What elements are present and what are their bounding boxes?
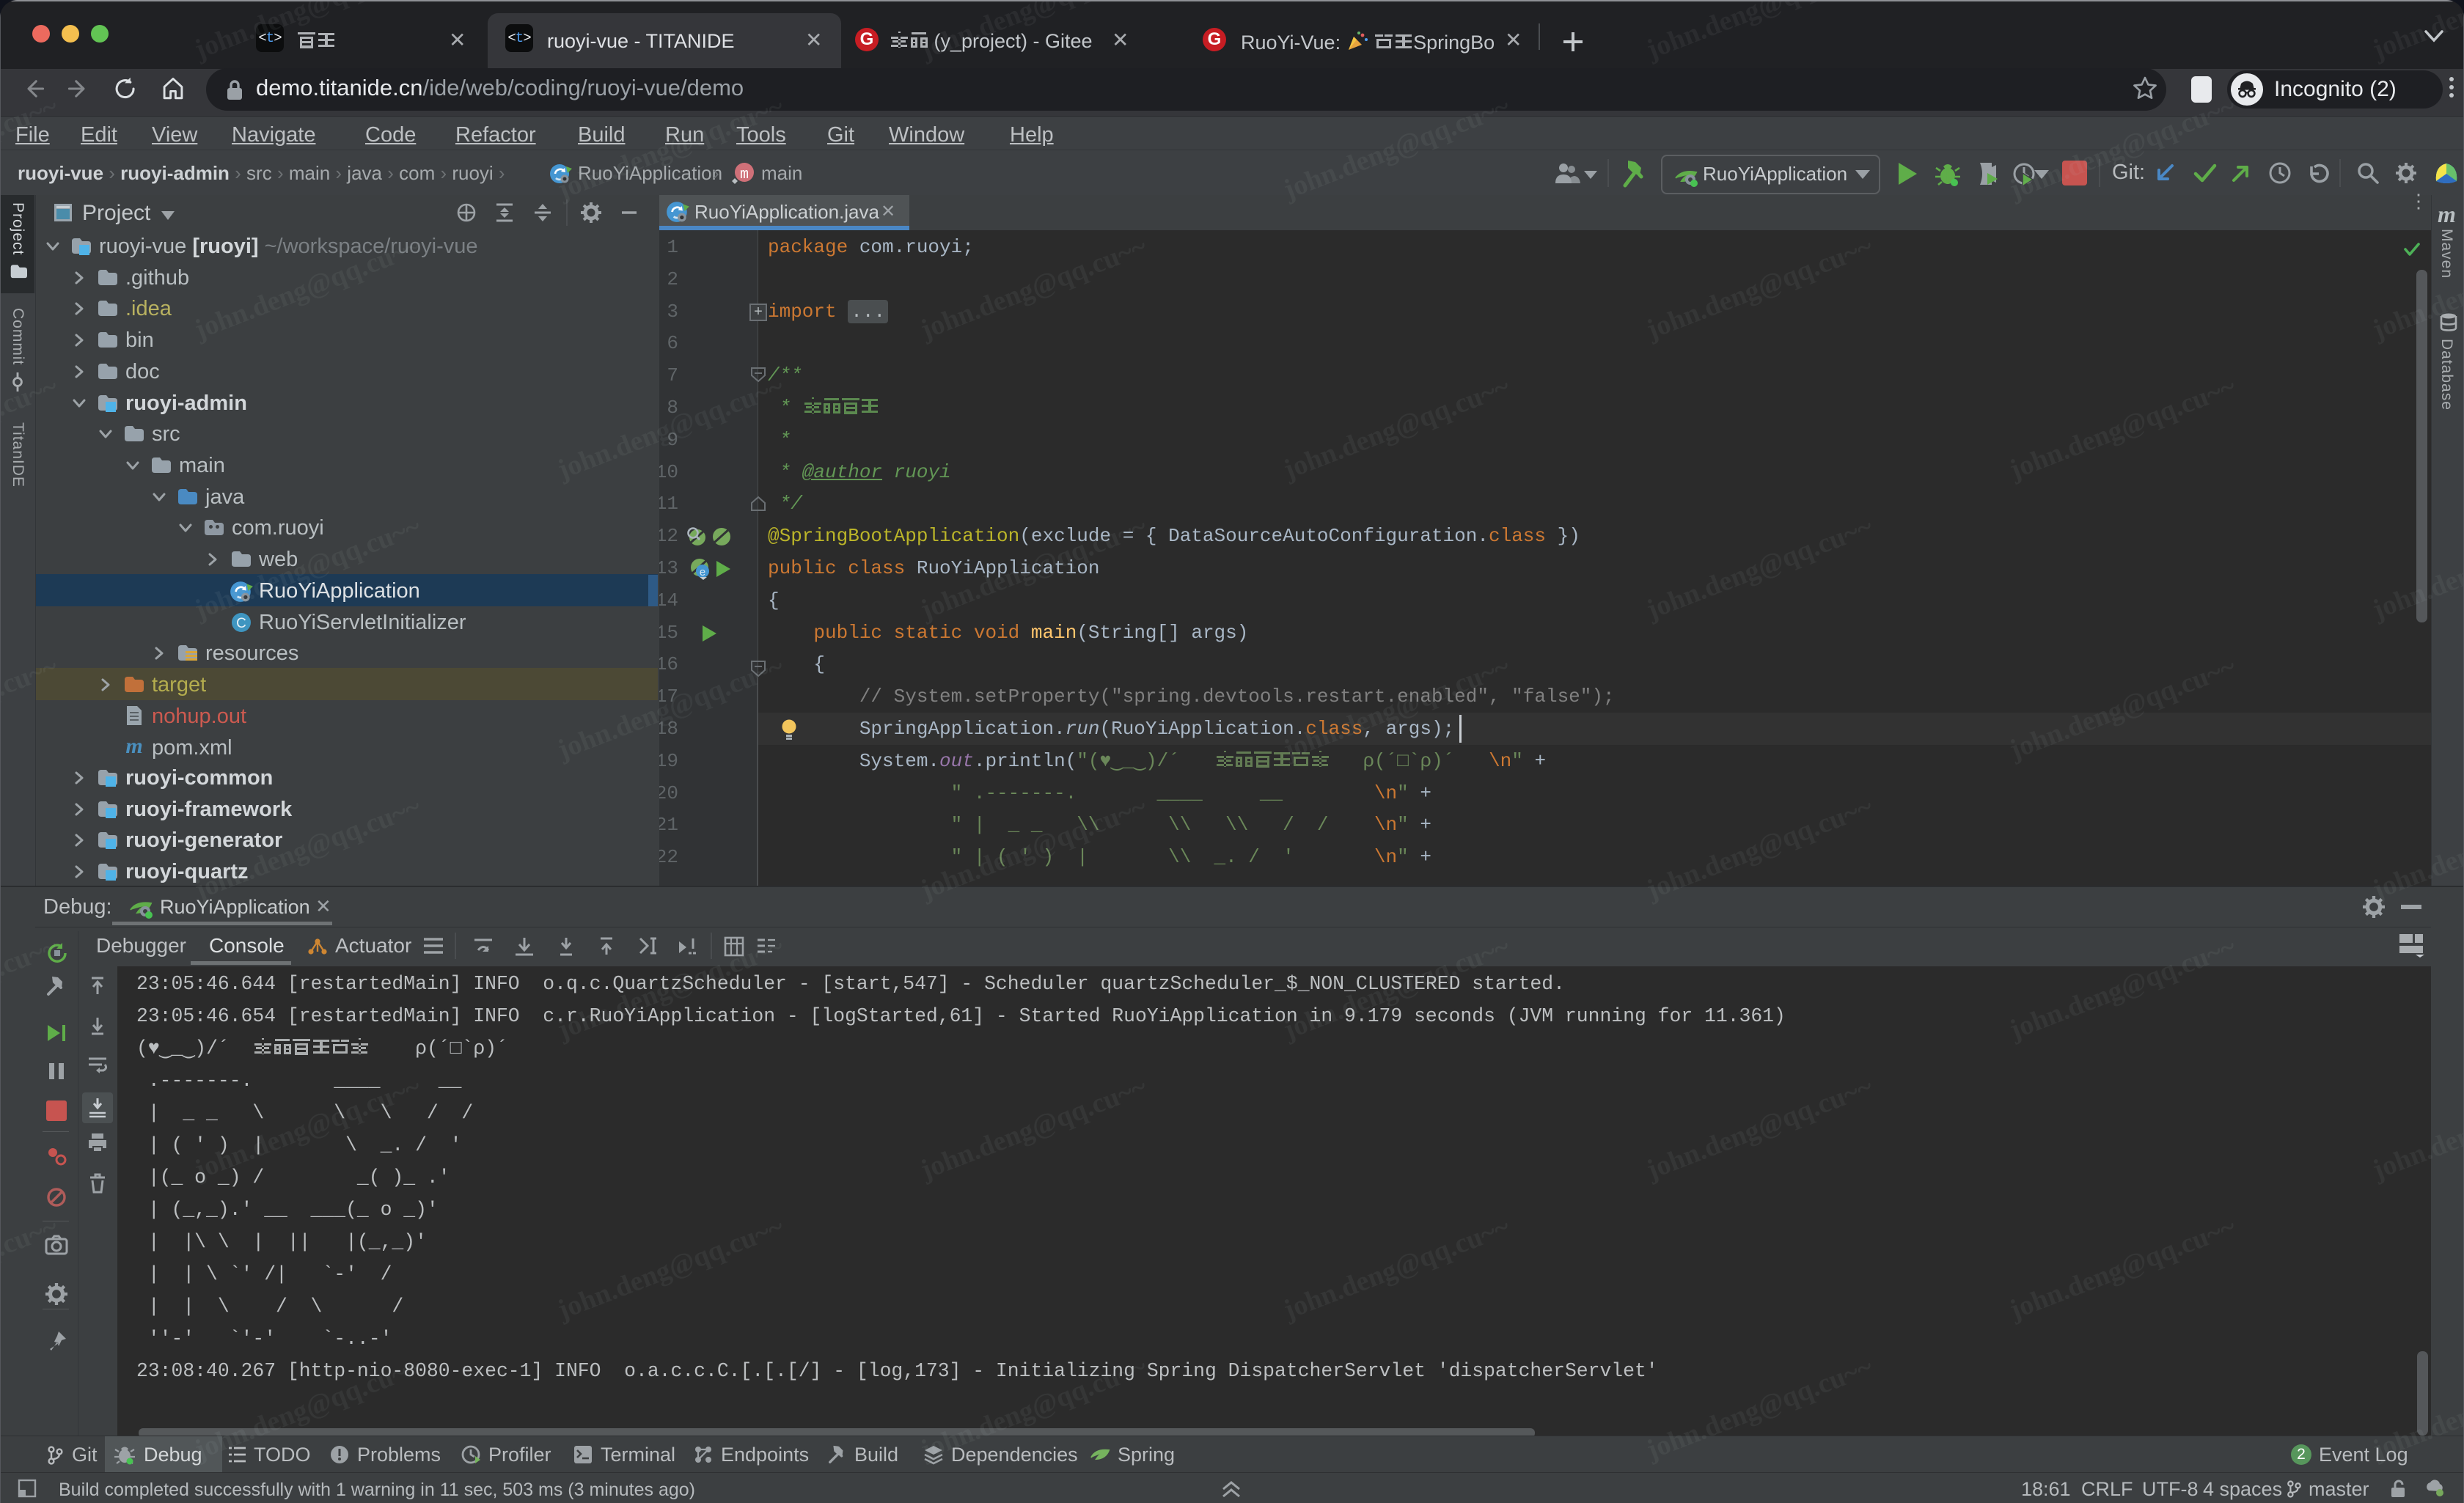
svg-text:m: m <box>740 166 749 183</box>
svg-text:m: m <box>125 736 142 757</box>
svg-text:C: C <box>236 616 246 631</box>
